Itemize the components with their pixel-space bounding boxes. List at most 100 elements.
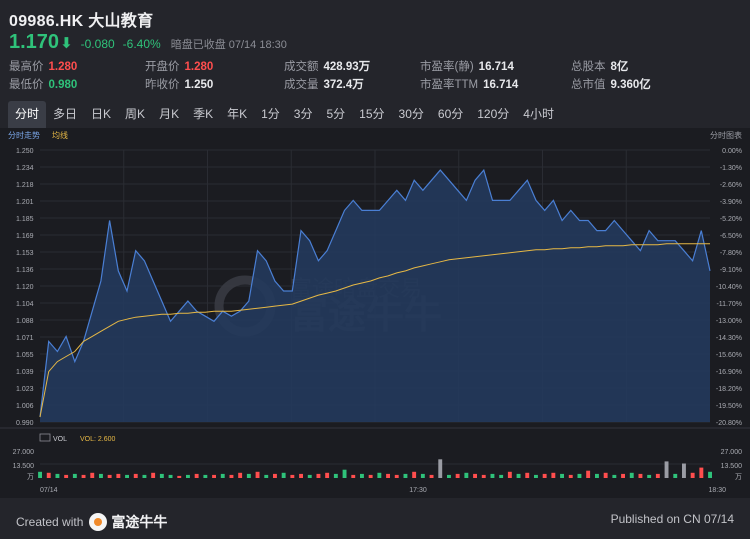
y-tick-label: 1.006	[16, 403, 34, 410]
stat-high: 最高价 1.280	[9, 61, 78, 73]
price-change-pct: -6.40%	[122, 37, 161, 51]
tab-11[interactable]: 30分	[392, 101, 431, 128]
volume-bar	[299, 473, 303, 478]
y-pct-tick-label: -11.70%	[716, 301, 742, 308]
volume-bar	[246, 473, 251, 478]
tab-3[interactable]: 周K	[118, 101, 152, 128]
tab-12[interactable]: 60分	[431, 101, 470, 128]
y-tick-label: 1.185	[16, 216, 34, 223]
quote-header: 09986.HK 大山教育 1.170 ⬇ -0.080 -6.40% 暗盘已收…	[0, 0, 750, 98]
volume-bar	[403, 473, 408, 478]
volume-bar	[72, 473, 77, 478]
tab-8[interactable]: 3分	[287, 101, 320, 128]
volume-bar	[507, 471, 512, 478]
volume-bar	[142, 474, 147, 478]
futu-logo-icon	[89, 513, 108, 531]
y-tick-label: 1.088	[16, 318, 34, 325]
tab-1[interactable]: 多日	[46, 101, 84, 128]
volume-bar	[264, 474, 269, 478]
volume-bar	[177, 475, 182, 478]
footer: Created with 富途牛牛 Published on CN 07/14	[0, 498, 750, 539]
tab-13[interactable]: 120分	[470, 101, 516, 128]
volume-bar	[534, 474, 538, 478]
tab-6[interactable]: 年K	[220, 101, 254, 128]
y-pct-tick-label: -13.00%	[716, 318, 742, 325]
y-tick-label: 1.120	[16, 284, 34, 291]
tab-9[interactable]: 5分	[319, 101, 352, 128]
stat-volume: 成交量 372.4万	[284, 79, 364, 91]
volume-bar	[586, 470, 591, 478]
tab-5[interactable]: 季K	[186, 101, 220, 128]
published-date: Published on CN 07/14	[610, 512, 734, 526]
vol-tick-right: 万	[735, 473, 742, 481]
tab-0[interactable]: 分时	[8, 101, 47, 128]
y-tick-label: 1.153	[16, 250, 34, 257]
volume-bar	[664, 461, 669, 478]
tab-14[interactable]: 4小时	[516, 101, 561, 128]
price-row: 1.170 ⬇ -0.080 -6.40% 暗盘已收盘 07/14 18:30	[9, 31, 287, 54]
y-pct-tick-label: -10.40%	[716, 284, 742, 291]
volume-bar	[655, 473, 660, 478]
y-pct-tick-label: -3.90%	[720, 199, 742, 206]
price-change: -0.080	[80, 37, 115, 51]
y-tick-label: 1.169	[16, 233, 34, 240]
volume-bar	[690, 472, 695, 478]
y-pct-tick-label: -6.50%	[720, 233, 742, 240]
y-pct-tick-label: -15.60%	[716, 352, 742, 359]
volume-bar	[621, 473, 625, 478]
y-tick-label: 1.136	[16, 267, 34, 274]
y-tick-label: 1.201	[16, 199, 34, 206]
stat-turnover: 成交额 428.93万	[284, 61, 371, 73]
volume-bar	[490, 473, 495, 478]
intraday-chart[interactable]: 分时走势 均线 分时图表 1.250 0.00% 1.234 -1.30% 1.218 -2.6…	[0, 128, 750, 498]
volume-bar	[638, 473, 643, 478]
volume-bar	[220, 473, 225, 478]
volume-bar	[499, 474, 504, 478]
volume-bar	[290, 474, 295, 478]
stat-total-shares: 总股本 8亿	[571, 61, 629, 73]
tab-7[interactable]: 1分	[254, 101, 287, 128]
volume-bar	[360, 473, 364, 478]
volume-bar	[368, 474, 373, 478]
volume-bar	[516, 473, 521, 478]
volume-bar	[46, 472, 51, 478]
volume-bar	[455, 473, 460, 478]
tab-4[interactable]: 月K	[152, 101, 186, 128]
volume-bar	[273, 473, 277, 478]
y-tick-label: 1.218	[16, 182, 34, 189]
volume-bar	[481, 474, 486, 478]
y-pct-tick-label: -19.50%	[716, 403, 742, 410]
volume-bar	[394, 474, 399, 478]
volume-bar	[447, 474, 451, 478]
tab-2[interactable]: 日K	[84, 101, 118, 128]
y-pct-tick-label: -16.90%	[716, 369, 742, 376]
volume-bar	[699, 467, 704, 478]
volume-bar	[238, 472, 243, 478]
y-pct-tick-label: 0.00%	[722, 148, 742, 155]
volume-bar	[81, 474, 86, 478]
volume-bar	[464, 472, 469, 478]
y-tick-label: 1.023	[16, 386, 34, 393]
vol-tick-left: 27.000	[13, 449, 35, 456]
volume-bar	[116, 473, 121, 478]
y-tick-label: 1.055	[16, 352, 34, 359]
y-tick-label: 0.990	[16, 420, 34, 427]
volume-bar	[673, 473, 678, 478]
vol-value: VOL: 2.600	[80, 436, 116, 443]
volume-bar	[255, 471, 260, 478]
vol-tick-left: 万	[27, 473, 34, 481]
created-with: Created with 富途牛牛	[16, 513, 168, 531]
y-pct-tick-label: -7.80%	[720, 250, 742, 257]
volume-bar	[212, 474, 216, 478]
volume-bar	[351, 474, 356, 478]
volume-bar	[412, 471, 417, 478]
volume-bar	[194, 473, 199, 478]
tab-10[interactable]: 15分	[352, 101, 391, 128]
y-tick-label: 1.104	[16, 301, 34, 308]
volume-bar	[377, 472, 382, 478]
volume-bar	[603, 472, 608, 478]
period-tabs: 分时 多日 日K 周K 月K 季K 年K 1分 3分 5分 15分 30分 60分 120分 4小时	[0, 101, 750, 128]
down-arrow-icon: ⬇	[60, 35, 73, 52]
volume-bar	[203, 474, 208, 478]
volume-bar	[107, 474, 112, 478]
